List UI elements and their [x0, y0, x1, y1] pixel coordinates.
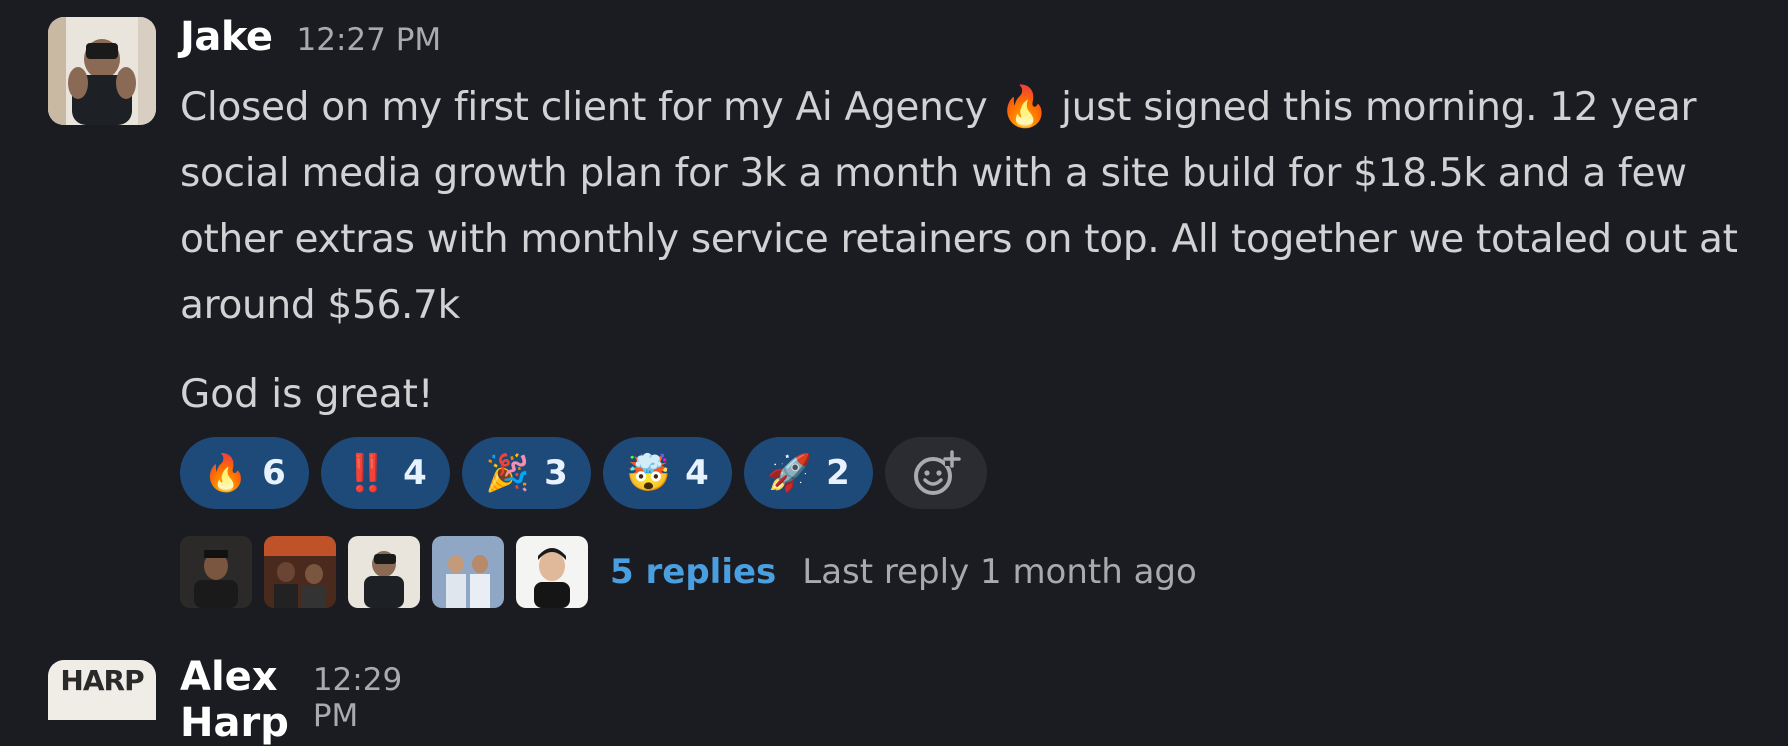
timestamp[interactable]: 12:27 PM [297, 22, 442, 58]
avatar [180, 536, 252, 608]
mind-blown-icon: 🤯 [626, 453, 672, 494]
reaction-mind-blown[interactable]: 🤯 4 [603, 437, 732, 509]
avatar-photo [48, 17, 156, 125]
avatar[interactable] [48, 17, 156, 125]
reaction-double-exclamation[interactable]: ‼️ 4 [321, 437, 450, 509]
reaction-rocket[interactable]: 🚀 2 [744, 437, 873, 509]
reaction-count: 6 [262, 453, 286, 493]
author-name[interactable]: Alex Harp [180, 654, 289, 746]
reaction-fire[interactable]: 🔥 6 [180, 437, 309, 509]
message-header: Alex Harp 12:29 PM [180, 654, 402, 746]
reaction-count: 3 [544, 453, 568, 493]
reactions-bar: 🔥 6 ‼️ 4 🎉 3 🤯 4 🚀 2 [180, 437, 987, 509]
avatar-logo-text: HARP [60, 664, 144, 697]
reaction-count: 4 [685, 453, 709, 493]
fire-emoji-icon: 🔥 [999, 84, 1050, 130]
thread-last-reply: Last reply 1 month ago [802, 552, 1197, 592]
avatar [516, 536, 588, 608]
body-text-part1: Closed on my first client for my Ai Agen… [180, 85, 1000, 130]
reaction-count: 2 [826, 453, 850, 493]
avatar [264, 536, 336, 608]
rocket-icon: 🚀 [767, 453, 813, 494]
author-name[interactable]: Jake [180, 14, 273, 60]
thread-participant-avatars [180, 536, 588, 608]
add-emoji-icon [914, 450, 961, 495]
double-exclamation-icon: ‼️ [344, 453, 390, 494]
avatar [348, 536, 420, 608]
thread-replies-link[interactable]: 5 replies [610, 552, 776, 592]
party-popper-icon: 🎉 [485, 453, 531, 494]
avatar [432, 536, 504, 608]
timestamp[interactable]: 12:29 PM [313, 662, 402, 734]
message-body-second-paragraph: God is great! [180, 372, 434, 417]
add-reaction-button[interactable] [885, 437, 987, 509]
avatar[interactable]: HARP [48, 660, 156, 720]
reaction-party-popper[interactable]: 🎉 3 [462, 437, 591, 509]
message-header: Jake 12:27 PM [180, 14, 441, 60]
message-body: Closed on my first client for my Ai Agen… [180, 74, 1780, 339]
fire-icon: 🔥 [203, 453, 249, 494]
reaction-count: 4 [403, 453, 427, 493]
thread-summary[interactable]: 5 replies Last reply 1 month ago [180, 536, 1197, 608]
